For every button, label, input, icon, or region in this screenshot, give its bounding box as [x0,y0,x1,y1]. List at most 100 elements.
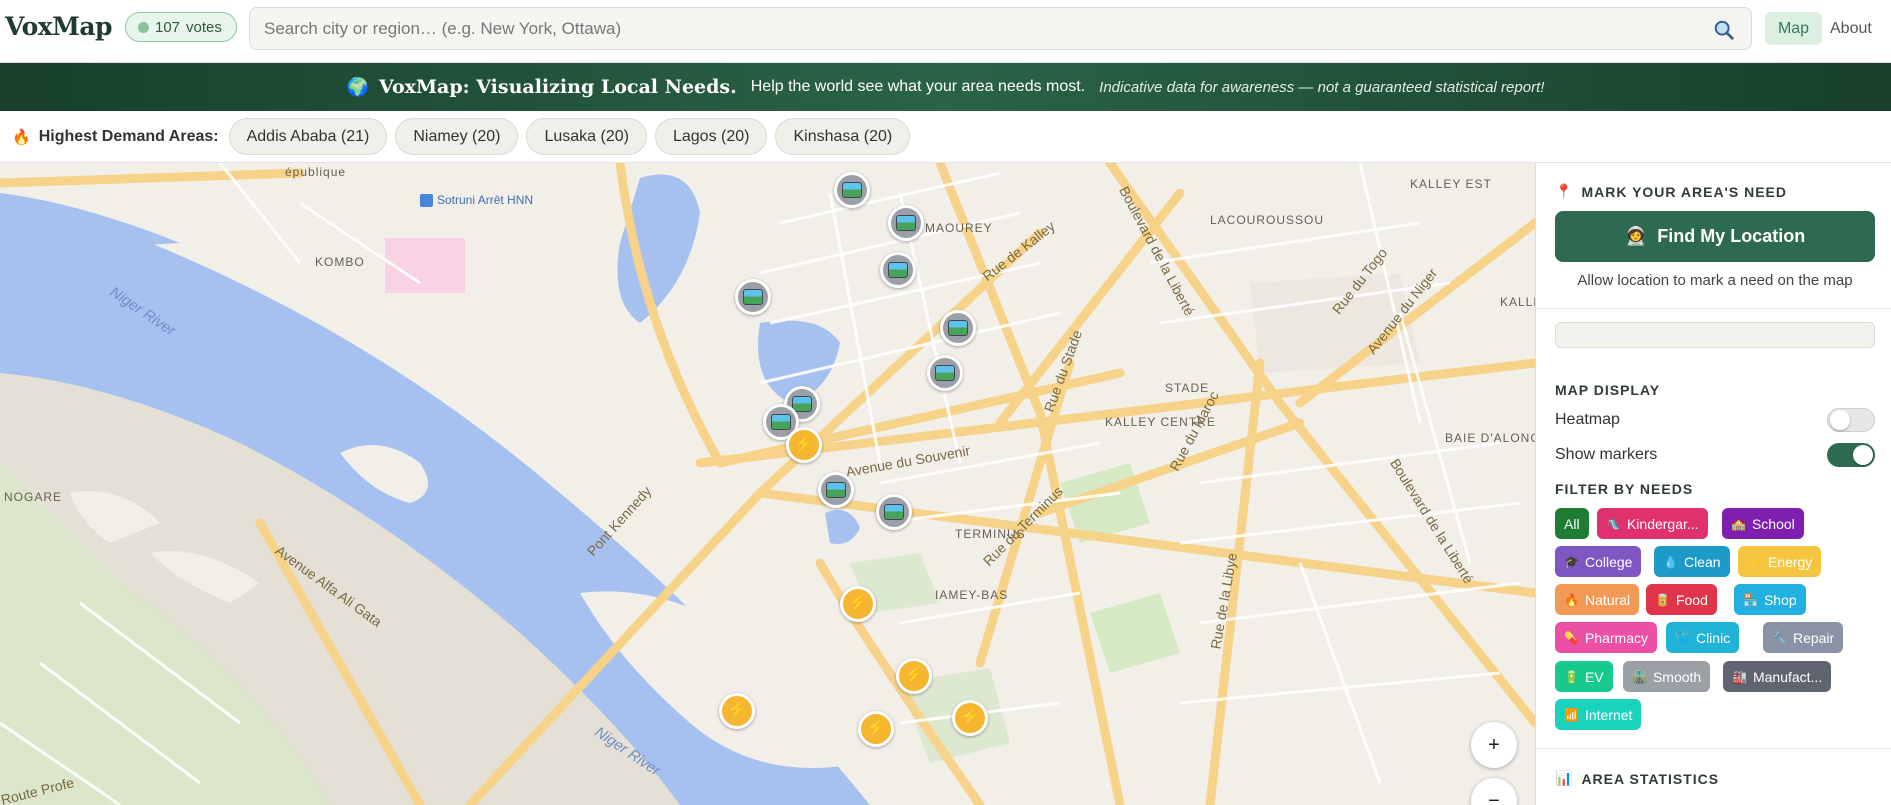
control-sidebar: 📍 MARK YOUR AREA'S NEED 🧑‍🚀 Find My Loca… [1535,163,1891,805]
filter-label: Internet [1584,706,1633,723]
map-canvas[interactable]: épublique Sotruni Arrêt HNN MAOUREY KALL… [0,163,1535,805]
map-marker-energy[interactable]: ⚡ [786,427,822,463]
filter-icon: 💧 [1663,554,1678,569]
map-label: BAIE D'ALONG [1445,431,1535,445]
fire-icon: 🔥 [12,128,31,146]
filter-energy[interactable]: ⚡ Energy [1738,546,1822,577]
filter-label: Manufact... [1752,668,1823,685]
filter-clinic[interactable]: 🩺 Clinic [1666,622,1740,653]
filter-internet[interactable]: 📶 Internet [1555,699,1642,730]
map-marker-smooth[interactable] [818,472,854,508]
filter-icon: 🏫 [1731,516,1746,531]
map-marker-energy[interactable]: ⚡ [840,586,876,622]
nav-map-link[interactable]: Map [1765,12,1822,45]
map-marker-energy[interactable]: ⚡ [719,693,755,729]
map-display-title: MAP DISPLAY [1555,382,1661,398]
map-label: KALLEY EST [1410,177,1492,191]
demand-chip-niamey[interactable]: Niamey (20) [395,118,519,155]
demand-chip-addis-ababa[interactable]: Addis Ababa (21) [228,118,388,155]
map-marker-smooth[interactable] [876,494,912,530]
filter-pharmacy[interactable]: 💊 Pharmacy [1555,622,1657,653]
map-label: épublique [285,165,347,179]
filter-school[interactable]: 🏫 School [1722,508,1804,539]
filter-label: Pharmacy [1584,629,1648,646]
road-icon [743,289,763,305]
find-location-label: Find My Location [1657,226,1806,246]
map-marker-smooth[interactable] [834,172,870,208]
map-label: LACOUROUSSOU [1210,213,1325,227]
lightning-icon: ⚡ [866,720,886,737]
toggle-knob [1853,445,1873,465]
locate-icon: 🧑‍🚀 [1624,226,1648,246]
map-label: KALLE [1500,295,1535,309]
filter-natural[interactable]: 🔥 Natural [1555,584,1640,615]
location-hint: Allow location to mark a need on the map [1577,272,1853,289]
demand-chip-kinshasa[interactable]: Kinshasa (20) [775,118,911,155]
heatmap-label: Heatmap [1555,411,1620,428]
map-marker-smooth[interactable] [940,310,976,346]
loading-placeholder-bar [1555,322,1875,348]
status-dot-icon [138,21,149,33]
nav-about-link[interactable]: About [1830,12,1872,45]
markers-toggle-row: Show markers [1555,441,1875,469]
map-label: STADE [1165,381,1210,395]
show-markers-toggle[interactable] [1827,443,1875,467]
search-input[interactable] [264,8,1684,49]
map-marker-energy[interactable]: ⚡ [952,700,988,736]
top-header: VoxMap 107 votes Map About [0,0,1891,63]
map-marker-smooth[interactable] [880,252,916,288]
votes-label: votes [186,18,222,36]
demand-chip-lusaka[interactable]: Lusaka (20) [526,118,647,155]
bus-stop-icon [420,194,433,208]
lightning-icon: ⚡ [848,595,868,612]
heatmap-toggle-row: Heatmap [1555,406,1875,434]
area-statistics-text: AREA STATISTICS [1581,770,1720,787]
toggle-knob [1830,410,1850,430]
filter-icon: ⚡ [1747,554,1762,569]
map-label: IAMEY-BAS [935,588,1009,602]
highest-demand-bar: 🔥 Highest Demand Areas: Addis Ababa (21)… [0,111,1891,163]
search-icon[interactable] [1713,19,1735,41]
filter-kindergarten[interactable]: 🛝 Kindergar... [1597,508,1708,539]
filter-icon: 🛝 [1606,516,1621,531]
find-my-location-button[interactable]: 🧑‍🚀 Find My Location [1555,211,1875,262]
road-icon [884,504,904,520]
filter-ev[interactable]: 🔋 EV [1555,661,1613,692]
filter-manufacturing[interactable]: 🏭 Manufact... [1723,661,1832,692]
section-divider [1536,748,1891,749]
map-label: KOMBO [315,255,365,269]
banner-subtitle: Help the world see what your area needs … [750,78,1086,95]
demand-chip-lagos[interactable]: Lagos (20) [654,118,768,155]
map-marker-smooth[interactable] [888,205,924,241]
filter-smooth[interactable]: 🛣️ Smooth [1623,661,1711,692]
filter-shop[interactable]: 🏪 Shop [1734,584,1806,615]
filter-icon: 📶 [1564,707,1579,722]
map-marker-smooth[interactable] [927,355,963,391]
app-logo[interactable]: VoxMap [5,12,113,41]
heatmap-toggle[interactable] [1827,408,1875,432]
filter-food[interactable]: 🥫 Food [1646,584,1717,615]
road-icon [842,182,862,198]
road-icon [935,365,955,381]
filter-label: Natural [1584,591,1631,608]
filter-all[interactable]: All [1555,508,1589,539]
filter-college[interactable]: 🎓 College [1555,546,1642,577]
filter-clean[interactable]: 💧 Clean [1654,546,1730,577]
filter-repair[interactable]: 🔧 Repair [1763,622,1844,653]
road-icon [896,215,916,231]
map-marker-energy[interactable]: ⚡ [896,658,932,694]
zoom-in-button[interactable]: + [1471,722,1517,768]
lightning-icon: ⚡ [794,436,814,453]
filter-label: Clean [1683,553,1721,570]
filter-label: Energy [1767,553,1813,570]
search-box [249,7,1752,50]
filter-label: EV [1584,668,1604,685]
map-marker-energy[interactable]: ⚡ [858,711,894,747]
banner-title: VoxMap: Visualizing Local Needs. [379,76,737,98]
filter-label: Clinic [1695,629,1731,646]
filter-icon: 💊 [1564,630,1579,645]
filter-label: School [1751,515,1795,532]
lightning-icon: ⚡ [960,709,980,726]
map-tiles [0,163,1535,805]
map-marker-smooth[interactable] [735,279,771,315]
